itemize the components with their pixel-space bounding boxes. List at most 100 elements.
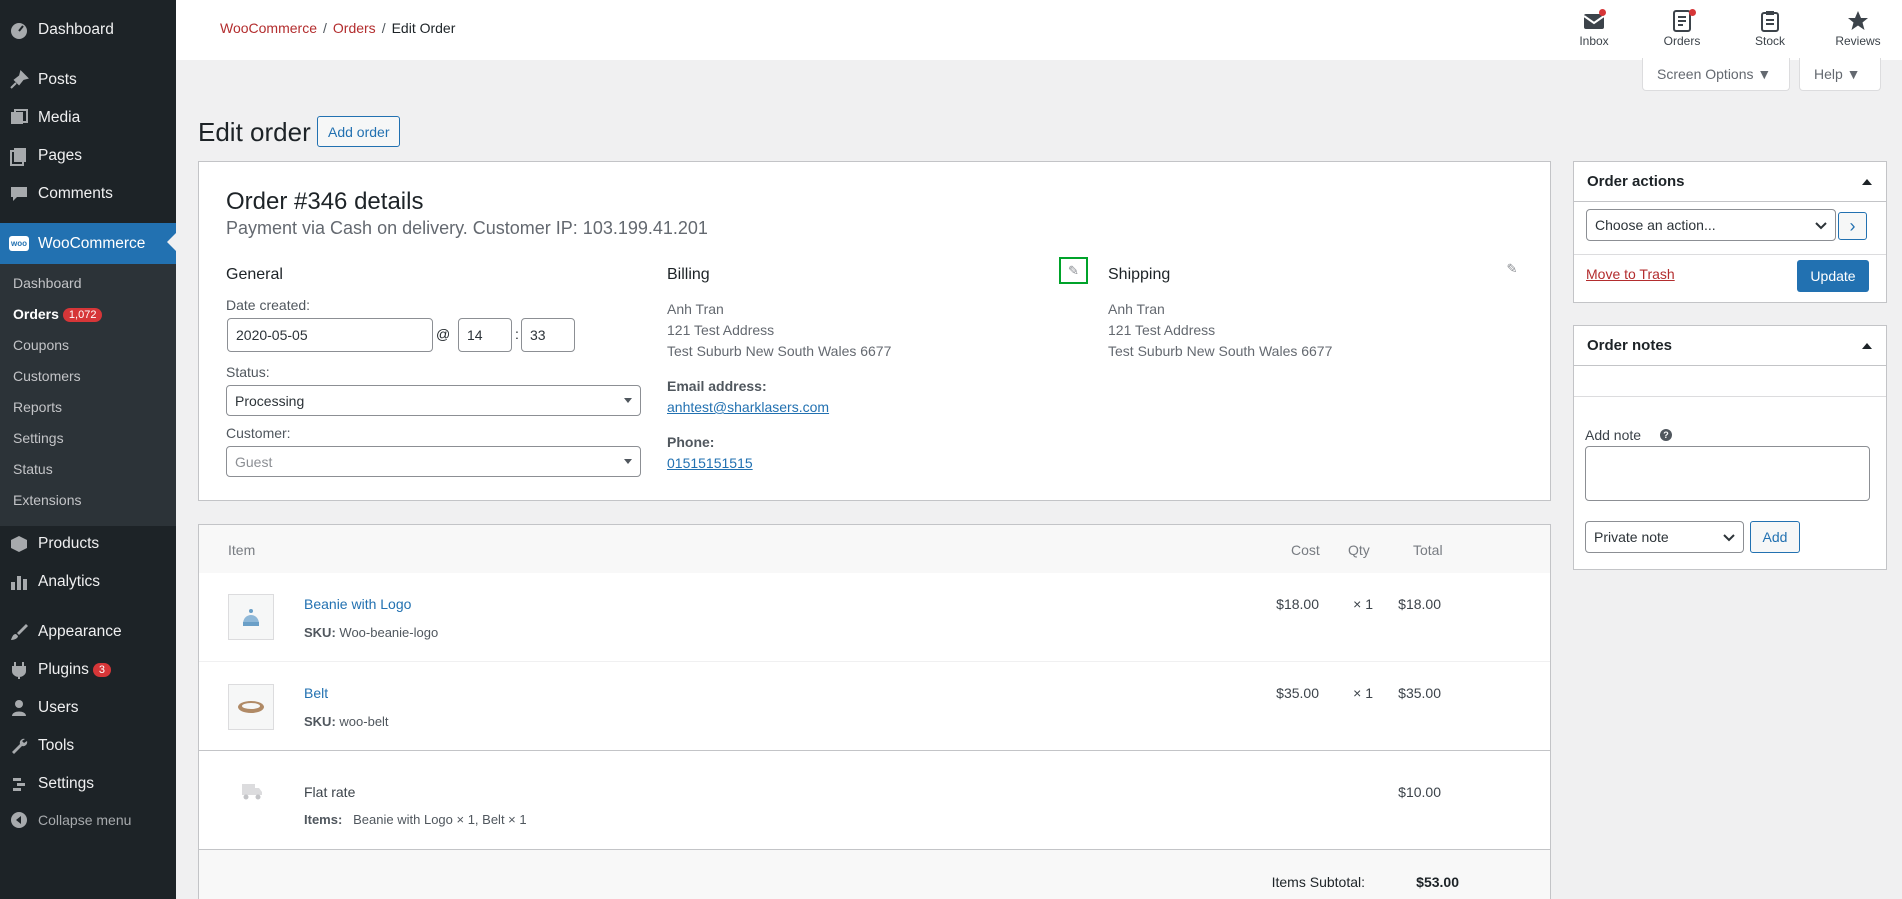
- tools-icon: [8, 735, 30, 757]
- beanie-thumbnail: [228, 594, 274, 640]
- menu-label: Media: [38, 109, 81, 126]
- breadcrumb-current: Edit Order: [391, 20, 456, 36]
- chevron-down-icon: [624, 458, 632, 464]
- submenu-extensions[interactable]: Extensions: [13, 492, 81, 508]
- submenu-reports[interactable]: Reports: [13, 399, 62, 415]
- menu-users[interactable]: Users: [0, 689, 176, 727]
- submenu-settings[interactable]: Settings: [13, 430, 64, 446]
- update-button[interactable]: Update: [1797, 260, 1869, 292]
- order-actions-panel: Order actions Choose an action... › Move…: [1573, 161, 1887, 303]
- shipping-method-name: Flat rate: [304, 784, 356, 800]
- apply-action-button[interactable]: ›: [1838, 212, 1867, 240]
- add-order-button[interactable]: Add order: [317, 116, 401, 147]
- star-icon: [1848, 11, 1868, 30]
- menu-label: Products: [38, 535, 100, 552]
- col-cost: Cost: [1291, 542, 1320, 558]
- edit-shipping-pencil-icon[interactable]: ✎: [1502, 259, 1522, 279]
- submenu-status[interactable]: Status: [13, 461, 53, 477]
- menu-label: WooCommerce: [38, 234, 146, 252]
- woocommerce-submenu: Dashboard Orders 1,072 Coupons Customers …: [0, 264, 176, 526]
- media-icon: [8, 107, 30, 129]
- totals-section: Items Subtotal: $53.00: [199, 850, 1550, 899]
- billing-phone-link[interactable]: 01515151515: [667, 453, 753, 474]
- collapse-icon: [8, 809, 30, 831]
- date-created-input[interactable]: 2020-05-05: [227, 318, 433, 352]
- reviews-button[interactable]: Reviews: [1828, 8, 1888, 48]
- menu-label: Collapse menu: [38, 812, 132, 828]
- order-action-select[interactable]: Choose an action...: [1586, 209, 1836, 241]
- col-qty: Qty: [1348, 542, 1370, 558]
- edit-billing-pencil-icon[interactable]: ✎: [1059, 257, 1088, 284]
- notification-dot: [1689, 9, 1696, 16]
- current-menu-arrow: [167, 233, 176, 251]
- order-notes-panel: Order notes Add note ? Private note Add: [1573, 325, 1887, 570]
- woocommerce-header: WooCommerce / Orders / Edit Order Inbox Orde…: [176, 0, 1902, 60]
- order-title: Order #346 details: [226, 188, 424, 215]
- item-total: $35.00: [1398, 685, 1441, 701]
- customer-label: Customer:: [226, 425, 291, 441]
- orders-activity-button[interactable]: Orders: [1652, 8, 1712, 48]
- collapse-toggle-icon[interactable]: [1862, 179, 1872, 185]
- chevron-down-icon: [624, 397, 632, 403]
- menu-plugins[interactable]: Plugins 3: [0, 651, 176, 689]
- products-icon: [8, 533, 30, 555]
- subtotal-label: Items Subtotal:: [1271, 874, 1365, 890]
- admin-sidebar: Dashboard Posts Media Pages Comments woo…: [0, 0, 176, 899]
- inbox-button[interactable]: Inbox: [1564, 8, 1624, 48]
- move-to-trash-link[interactable]: Move to Trash: [1586, 266, 1675, 282]
- customer-select[interactable]: Guest: [226, 446, 641, 477]
- hour-input[interactable]: 14: [458, 318, 512, 352]
- menu-woocommerce[interactable]: woo WooCommerce: [0, 223, 176, 264]
- time-colon: :: [515, 326, 519, 342]
- help-tip-icon[interactable]: ?: [1660, 429, 1672, 441]
- menu-dashboard[interactable]: Dashboard: [0, 11, 176, 49]
- menu-products[interactable]: Products: [0, 525, 176, 563]
- menu-tools[interactable]: Tools: [0, 727, 176, 765]
- status-select[interactable]: Processing: [226, 385, 641, 416]
- item-name-link[interactable]: Belt: [304, 685, 328, 701]
- add-note-button[interactable]: Add: [1750, 521, 1800, 553]
- billing-email-label: Email address:: [667, 378, 767, 394]
- submenu-customers[interactable]: Customers: [13, 368, 81, 384]
- shipping-heading: Shipping: [1108, 266, 1171, 283]
- submenu-orders[interactable]: Orders 1,072: [13, 306, 103, 322]
- billing-email-link[interactable]: anhtest@sharklasers.com: [667, 397, 829, 418]
- menu-pages[interactable]: Pages: [0, 137, 176, 175]
- pages-icon: [8, 145, 30, 167]
- orders-count-badge: 1,072: [62, 308, 103, 322]
- menu-label: Appearance: [38, 623, 122, 640]
- order-actions-header[interactable]: Order actions: [1574, 162, 1886, 202]
- help-button[interactable]: Help ▼: [1799, 58, 1881, 91]
- stock-icon: [1761, 11, 1779, 32]
- plugins-update-badge: 3: [92, 663, 111, 677]
- date-created-label: Date created:: [226, 297, 311, 313]
- breadcrumb-orders[interactable]: Orders: [333, 20, 376, 36]
- order-items-panel: Item Cost Qty Total Beanie with Logo SKU…: [198, 524, 1551, 899]
- item-cost: $35.00: [1276, 685, 1319, 701]
- menu-appearance[interactable]: Appearance: [0, 613, 176, 651]
- collapse-menu-button[interactable]: Collapse menu: [0, 801, 176, 839]
- appearance-icon: [8, 621, 30, 643]
- submenu-coupons[interactable]: Coupons: [13, 337, 69, 353]
- note-type-select[interactable]: Private note: [1585, 521, 1744, 553]
- note-textarea[interactable]: [1585, 446, 1870, 501]
- submenu-dashboard[interactable]: Dashboard: [13, 275, 82, 291]
- breadcrumb-woocommerce[interactable]: WooCommerce: [220, 20, 317, 36]
- menu-comments[interactable]: Comments: [0, 175, 176, 213]
- collapse-toggle-icon[interactable]: [1862, 343, 1872, 349]
- menu-label: Plugins: [38, 661, 89, 678]
- menu-label: Tools: [38, 737, 75, 754]
- order-subtitle: Payment via Cash on delivery. Customer I…: [226, 218, 708, 238]
- order-notes-header[interactable]: Order notes: [1574, 326, 1886, 366]
- menu-media[interactable]: Media: [0, 99, 176, 137]
- menu-analytics[interactable]: Analytics: [0, 563, 176, 601]
- menu-settings[interactable]: Settings: [0, 765, 176, 803]
- minute-input[interactable]: 33: [521, 318, 575, 352]
- section-divider: [199, 750, 1550, 751]
- menu-label: Posts: [38, 71, 77, 88]
- stock-button[interactable]: Stock: [1740, 8, 1800, 48]
- item-name-link[interactable]: Beanie with Logo: [304, 596, 411, 612]
- menu-posts[interactable]: Posts: [0, 61, 176, 99]
- col-item: Item: [228, 542, 256, 558]
- screen-options-button[interactable]: Screen Options ▼: [1642, 58, 1790, 91]
